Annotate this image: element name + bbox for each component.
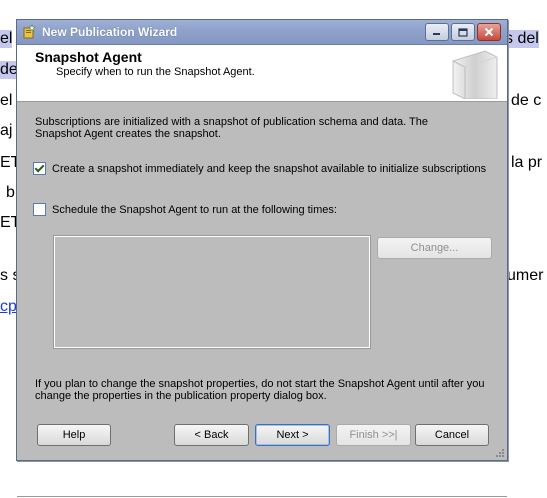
wizard-icon xyxy=(23,24,36,39)
minimize-button[interactable] xyxy=(425,23,449,41)
wizard-header: Snapshot Agent Specify when to run the S… xyxy=(17,45,507,102)
page-subtitle: Specify when to run the Snapshot Agent. xyxy=(56,66,255,78)
page-title: Snapshot Agent xyxy=(35,49,142,65)
book-icon xyxy=(452,50,498,99)
cancel-button[interactable]: Cancel xyxy=(415,424,489,446)
change-schedule-button[interactable]: Change... xyxy=(377,237,492,259)
next-button[interactable]: Next > xyxy=(255,424,330,446)
bg-text-fragment: aj xyxy=(0,122,13,139)
help-button[interactable]: Help xyxy=(37,424,111,446)
back-button[interactable]: < Back xyxy=(174,424,249,446)
note-text: If you plan to change the snapshot prope… xyxy=(35,378,485,402)
schedule-checkbox[interactable] xyxy=(33,203,46,216)
close-icon xyxy=(484,27,494,37)
create-snapshot-checkbox[interactable] xyxy=(33,162,46,175)
bg-text-fragment: de c xyxy=(511,92,542,109)
create-snapshot-label: Create a snapshot immediately and keep t… xyxy=(52,162,487,175)
title-bar[interactable]: New Publication Wizard xyxy=(17,20,507,45)
create-snapshot-option[interactable]: Create a snapshot immediately and keep t… xyxy=(33,162,486,175)
maximize-icon xyxy=(458,27,468,37)
close-button[interactable] xyxy=(477,23,501,41)
window-title: New Publication Wizard xyxy=(42,25,178,39)
bg-text-fragment: s del xyxy=(505,30,539,48)
minimize-icon xyxy=(433,33,440,35)
finish-button[interactable]: Finish >>| xyxy=(336,424,411,446)
intro-text: Subscriptions are initialized with a sna… xyxy=(35,116,428,140)
bg-text-fragment: la pr xyxy=(511,154,543,171)
bg-text-fragment: b xyxy=(6,184,15,201)
schedule-option[interactable]: Schedule the Snapshot Agent to run at th… xyxy=(33,203,337,216)
bg-text-fragment: el xyxy=(0,92,13,109)
schedule-description-box xyxy=(53,235,371,349)
schedule-label: Schedule the Snapshot Agent to run at th… xyxy=(52,203,337,216)
resize-grip-icon[interactable] xyxy=(495,448,505,458)
bg-text-fragment: el xyxy=(0,30,13,48)
maximize-button[interactable] xyxy=(451,23,475,41)
wizard-dialog: New Publication Wizard Snapshot Agent Sp… xyxy=(16,19,508,498)
bg-text-fragment: umer xyxy=(507,267,544,284)
